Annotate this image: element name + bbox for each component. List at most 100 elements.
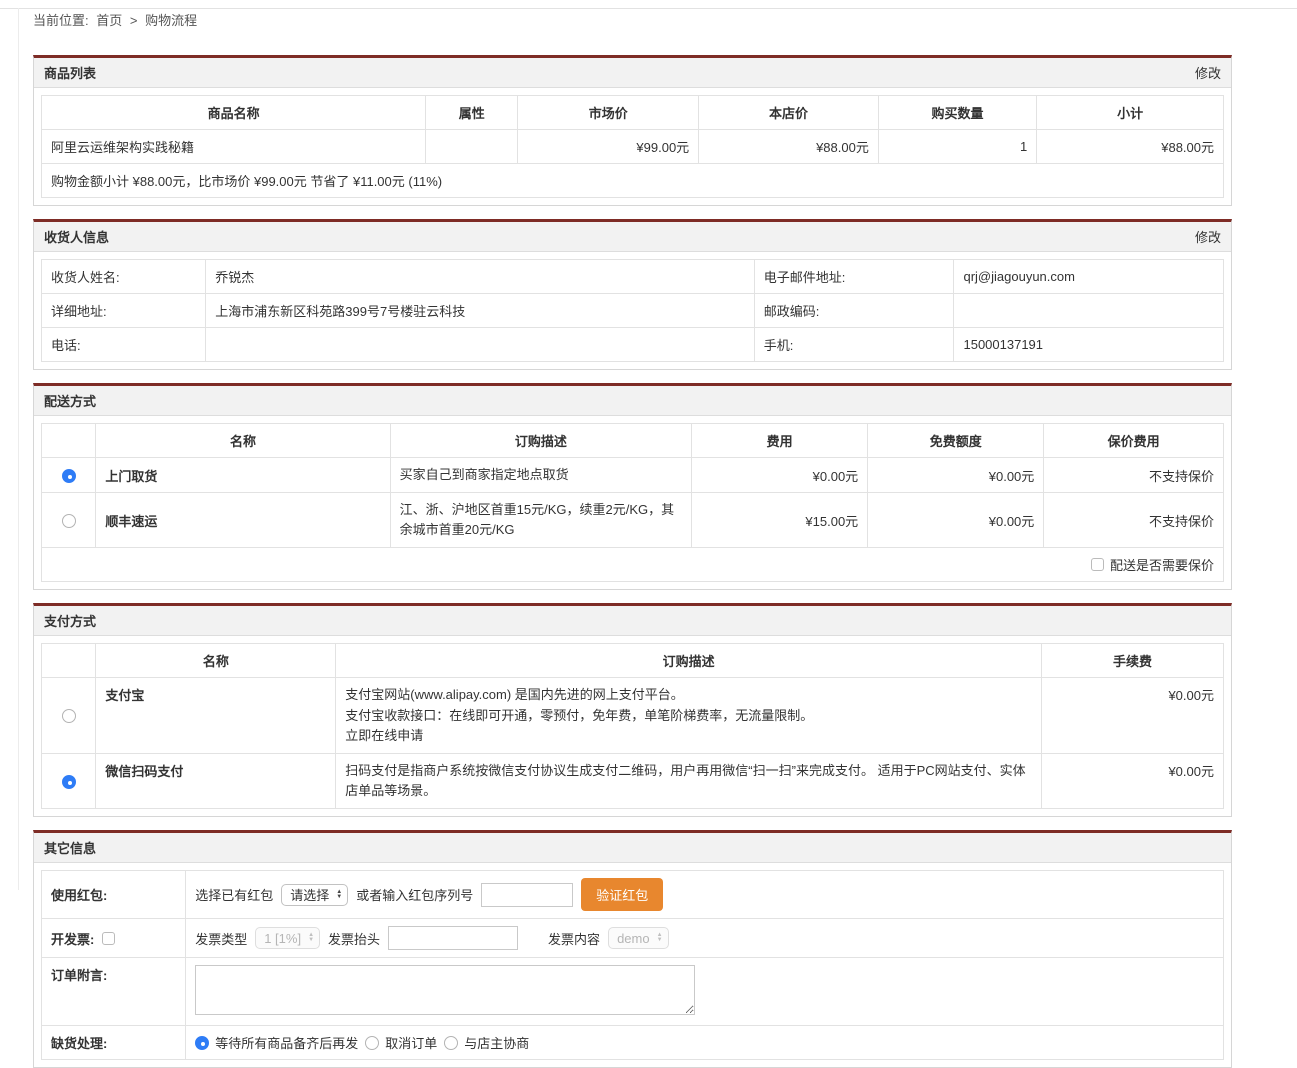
shipping-option-radio[interactable] <box>62 469 76 483</box>
recipient-zipcode-value <box>954 294 1224 328</box>
payment-desc-line: 支付宝网站(www.alipay.com) 是国内先进的网上支付平台。 <box>345 685 1032 705</box>
col-payment-fee: 手续费 <box>1041 644 1223 678</box>
col-shipping-insurance: 保价费用 <box>1044 424 1224 458</box>
payment-option-radio[interactable] <box>62 775 76 789</box>
payment-apply-online-link[interactable]: 立即在线申请 <box>345 726 1032 746</box>
col-attribute: 属性 <box>426 96 518 130</box>
shipping-option-insurance: 不支持保价 <box>1044 493 1224 548</box>
invoice-content-select[interactable]: demo ▲▼ <box>608 927 668 949</box>
other-info-title: 其它信息 <box>44 838 96 857</box>
recipient-phone-value <box>206 328 754 362</box>
shipping-option-fee: ¥15.00元 <box>692 493 868 548</box>
invoice-title-input[interactable] <box>388 926 518 950</box>
shipping-table-header-row: 名称 订购描述 费用 免费额度 保价费用 <box>42 424 1224 458</box>
red-packet-select-value: 请选择 <box>290 885 329 904</box>
other-info-table: 使用红包: 选择已有红包 请选择 ▲▼ 或者输入红包序列号 验证红包 <box>41 870 1224 1060</box>
shipping-option-desc: 江、浙、沪地区首重15元/KG，续重2元/KG，其余城市首重20元/KG <box>390 493 691 548</box>
product-market-price: ¥99.00元 <box>518 130 699 164</box>
stock-option-radio[interactable] <box>195 1036 209 1050</box>
invoice-type-select[interactable]: 1 [1%] ▲▼ <box>255 927 320 949</box>
stock-option-radio[interactable] <box>444 1036 458 1050</box>
stock-option-label: 取消订单 <box>385 1033 437 1052</box>
product-shop-price: ¥88.00元 <box>699 130 879 164</box>
payment-option-radio[interactable] <box>62 709 76 723</box>
red-packet-choose-text: 选择已有红包 <box>195 885 273 904</box>
invoice-content-value: demo <box>617 931 650 946</box>
checkout-page: 商品列表 修改 商品名称 属性 市场价 本店价 购买数量 小计 <box>33 55 1232 1068</box>
payment-option-row: 支付宝 支付宝网站(www.alipay.com) 是国内先进的网上支付平台。 … <box>42 678 1224 753</box>
recipient-name-label: 收货人姓名: <box>42 260 206 294</box>
recipient-name-value: 乔锐杰 <box>206 260 754 294</box>
order-note-row: 订单附言: <box>42 958 1224 1026</box>
shipping-option-free-quota: ¥0.00元 <box>868 458 1044 493</box>
payment-table: 名称 订购描述 手续费 支付宝 支付宝网站(www.alipay.com) 是国… <box>41 643 1224 809</box>
recipient-phone-label: 电话: <box>42 328 206 362</box>
payment-option-desc: 扫码支付是指商户系统按微信支付协议生成支付二维码，用户再用微信“扫一扫”来完成支… <box>336 753 1042 808</box>
stock-option-radio[interactable] <box>365 1036 379 1050</box>
recipient-table: 收货人姓名: 乔锐杰 电子邮件地址: qrj@jiagouyun.com 详细地… <box>41 259 1224 362</box>
stock-option-label: 等待所有商品备齐后再发 <box>215 1033 358 1052</box>
stock-option-label: 与店主协商 <box>464 1033 529 1052</box>
shipping-insurance-row: 配送是否需要保价 <box>42 548 1224 582</box>
recipient-email-label: 电子邮件地址: <box>754 260 954 294</box>
product-attribute <box>426 130 518 164</box>
red-packet-select[interactable]: 请选择 ▲▼ <box>281 884 348 906</box>
payment-method-header: 支付方式 <box>34 606 1231 636</box>
breadcrumb-current: 购物流程 <box>145 13 197 28</box>
invoice-type-value: 1 [1%] <box>264 931 301 946</box>
select-arrows-icon: ▲▼ <box>308 933 314 943</box>
section-payment-method: 支付方式 名称 订购描述 手续费 支付宝 <box>33 603 1232 817</box>
payment-option-desc: 支付宝网站(www.alipay.com) 是国内先进的网上支付平台。 支付宝收… <box>336 678 1042 753</box>
col-payment-radio <box>42 644 96 678</box>
product-row: 阿里云运维架构实践秘籍 ¥99.00元 ¥88.00元 1 ¥88.00元 <box>42 130 1224 164</box>
order-note-label: 订单附言: <box>42 958 186 1026</box>
col-quantity: 购买数量 <box>878 96 1036 130</box>
shipping-option-insurance: 不支持保价 <box>1044 458 1224 493</box>
section-recipient-info: 收货人信息 修改 收货人姓名: 乔锐杰 电子邮件地址: qrj@jiagouyu… <box>33 219 1232 370</box>
breadcrumb: 当前位置: 首页 > 购物流程 <box>33 10 201 29</box>
shipping-insurance-label: 配送是否需要保价 <box>1110 555 1214 574</box>
col-market-price: 市场价 <box>518 96 699 130</box>
invoice-label: 开发票: <box>51 929 94 948</box>
select-arrows-icon: ▲▼ <box>336 890 342 900</box>
product-name: 阿里云运维架构实践秘籍 <box>42 130 426 164</box>
recipient-row: 收货人姓名: 乔锐杰 电子邮件地址: qrj@jiagouyun.com <box>42 260 1224 294</box>
payment-option-row: 微信扫码支付 扫码支付是指商户系统按微信支付协议生成支付二维码，用户再用微信“扫… <box>42 753 1224 808</box>
order-note-textarea[interactable] <box>195 965 695 1015</box>
payment-method-title: 支付方式 <box>44 611 96 630</box>
col-shipping-desc: 订购描述 <box>390 424 691 458</box>
product-list-header: 商品列表 修改 <box>34 58 1231 88</box>
shipping-option-radio[interactable] <box>62 514 76 528</box>
shipping-option-row: 上门取货 买家自己到商家指定地点取货 ¥0.00元 ¥0.00元 不支持保价 <box>42 458 1224 493</box>
recipient-email-value: qrj@jiagouyun.com <box>954 260 1224 294</box>
shipping-option-row: 顺丰速运 江、浙、沪地区首重15元/KG，续重2元/KG，其余城市首重20元/K… <box>42 493 1224 548</box>
verify-red-packet-button[interactable]: 验证红包 <box>581 878 663 911</box>
col-subtotal: 小计 <box>1037 96 1224 130</box>
col-payment-name: 名称 <box>96 644 336 678</box>
red-packet-or-text: 或者输入红包序列号 <box>356 885 473 904</box>
payment-option-name: 支付宝 <box>96 678 336 753</box>
shipping-table: 名称 订购描述 费用 免费额度 保价费用 上门取货 买家自己到商家指定地点取货 … <box>41 423 1224 582</box>
red-packet-label: 使用红包: <box>42 871 186 919</box>
recipient-info-header: 收货人信息 修改 <box>34 222 1231 252</box>
payment-desc-line: 支付宝收款接口：在线即可开通，零预付，免年费，单笔阶梯费率，无流量限制。 <box>345 706 1032 726</box>
red-packet-serial-input[interactable] <box>481 883 573 907</box>
payment-option-fee: ¥0.00元 <box>1041 753 1223 808</box>
other-info-header: 其它信息 <box>34 833 1231 863</box>
shipping-method-title: 配送方式 <box>44 391 96 410</box>
recipient-info-modify-link[interactable]: 修改 <box>1195 227 1221 246</box>
product-table-header-row: 商品名称 属性 市场价 本店价 购买数量 小计 <box>42 96 1224 130</box>
col-shop-price: 本店价 <box>699 96 879 130</box>
invoice-type-label: 发票类型 <box>195 929 247 948</box>
product-quantity: 1 <box>878 130 1036 164</box>
product-subtotal: ¥88.00元 <box>1037 130 1224 164</box>
payment-table-header-row: 名称 订购描述 手续费 <box>42 644 1224 678</box>
page-left-divider <box>18 8 19 890</box>
shipping-method-header: 配送方式 <box>34 386 1231 416</box>
shipping-insurance-checkbox[interactable] <box>1091 558 1104 571</box>
breadcrumb-home-link[interactable]: 首页 <box>96 13 122 28</box>
product-list-modify-link[interactable]: 修改 <box>1195 63 1221 82</box>
col-product-name: 商品名称 <box>42 96 426 130</box>
invoice-checkbox[interactable] <box>102 932 115 945</box>
shipping-option-name: 上门取货 <box>96 458 390 493</box>
